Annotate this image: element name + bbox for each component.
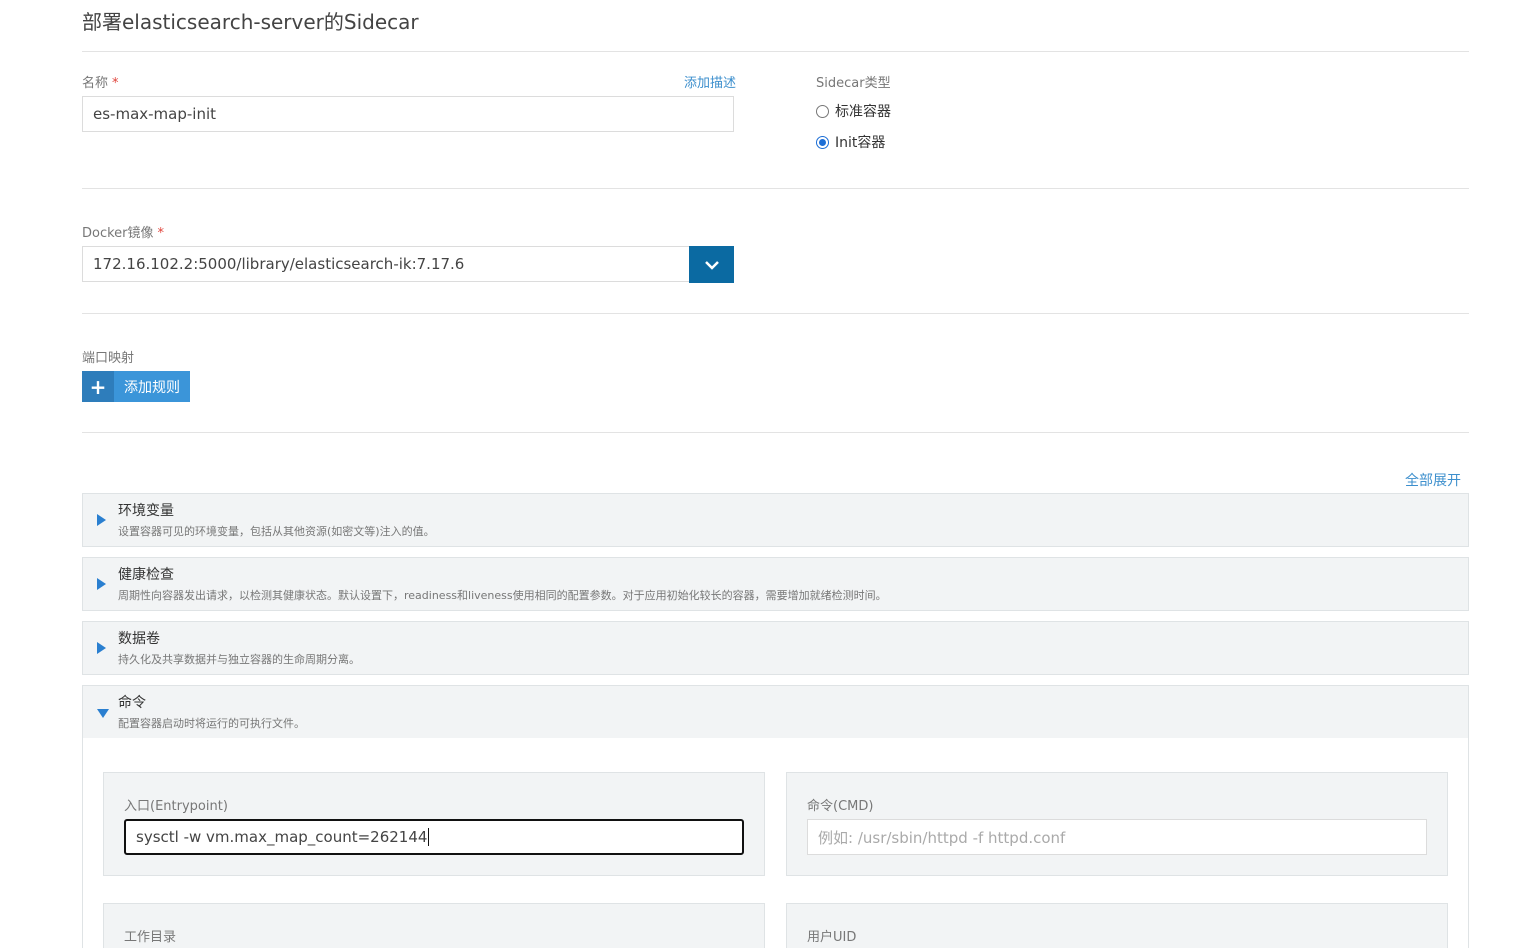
cmd-input[interactable]: 例如: /usr/sbin/httpd -f httpd.conf: [807, 819, 1427, 855]
section-health-check[interactable]: 健康检查 周期性向容器发出请求，以检测其健康状态。默认设置下，readiness…: [82, 557, 1469, 611]
cmd-panel: 命令(CMD) 例如: /usr/sbin/httpd -f httpd.con…: [786, 772, 1448, 876]
uid-panel: 用户UID: [786, 903, 1448, 948]
radio-button-checked[interactable]: [816, 135, 829, 149]
sidecar-type-label: Sidecar类型: [816, 76, 891, 91]
entrypoint-label: 入口(Entrypoint): [124, 799, 228, 814]
entrypoint-input[interactable]: sysctl -w vm.max_map_count=262144: [124, 819, 744, 855]
section-env-vars[interactable]: 环境变量 设置容器可见的环境变量，包括从其他资源(如密文等)注入的值。: [82, 493, 1469, 547]
text-caret: [428, 828, 430, 846]
radio-button[interactable]: [816, 104, 829, 118]
workdir-label: 工作目录: [124, 930, 177, 945]
collapse-arrow-icon: [97, 709, 109, 718]
expand-arrow-icon: [97, 578, 106, 590]
section-volumes[interactable]: 数据卷 持久化及共享数据并与独立容器的生命周期分离。: [82, 621, 1469, 675]
divider: [82, 188, 1469, 189]
required-mark: *: [157, 226, 165, 241]
expand-arrow-icon: [97, 514, 106, 526]
plus-icon: +: [82, 371, 114, 402]
expand-arrow-icon: [97, 642, 106, 654]
add-rule-button[interactable]: + 添加规则: [82, 371, 190, 402]
docker-image-label: Docker镜像 *: [82, 226, 165, 241]
port-mapping-label: 端口映射: [82, 351, 135, 366]
chevron-down-icon: [704, 260, 719, 270]
workdir-panel: 工作目录: [103, 903, 765, 948]
section-command[interactable]: 命令 配置容器启动时将运行的可执行文件。: [82, 685, 1469, 739]
divider: [82, 313, 1469, 314]
name-input[interactable]: es-max-map-init: [82, 96, 734, 132]
section-title: 健康检查: [118, 567, 174, 583]
divider: [82, 51, 1469, 52]
add-description-link[interactable]: 添加描述: [684, 72, 736, 91]
section-description: 设置容器可见的环境变量，包括从其他资源(如密文等)注入的值。: [118, 525, 435, 538]
page-title: 部署elasticsearch-server的Sidecar: [82, 10, 419, 34]
cmd-label: 命令(CMD): [807, 799, 874, 814]
section-title: 数据卷: [118, 631, 160, 647]
section-description: 持久化及共享数据并与独立容器的生命周期分离。: [118, 653, 360, 666]
divider: [82, 432, 1469, 433]
expand-all-link[interactable]: 全部展开: [1405, 470, 1461, 490]
docker-image-input[interactable]: 172.16.102.2:5000/library/elasticsearch-…: [82, 246, 690, 282]
name-label: 名称 *: [82, 76, 119, 91]
section-description: 周期性向容器发出请求，以检测其健康状态。默认设置下，readiness和live…: [118, 589, 887, 602]
section-description: 配置容器启动时将运行的可执行文件。: [118, 717, 305, 730]
required-mark: *: [112, 76, 119, 91]
entrypoint-panel: 入口(Entrypoint) sysctl -w vm.max_map_coun…: [103, 772, 765, 876]
section-title: 命令: [118, 695, 146, 711]
cmd-placeholder: 例如: /usr/sbin/httpd -f httpd.conf: [818, 828, 1066, 847]
radio-init-container[interactable]: Init容器: [816, 132, 885, 152]
docker-image-dropdown-button[interactable]: [689, 246, 734, 283]
radio-standard-container[interactable]: 标准容器: [816, 101, 891, 121]
section-title: 环境变量: [118, 503, 174, 519]
uid-label: 用户UID: [807, 930, 857, 945]
